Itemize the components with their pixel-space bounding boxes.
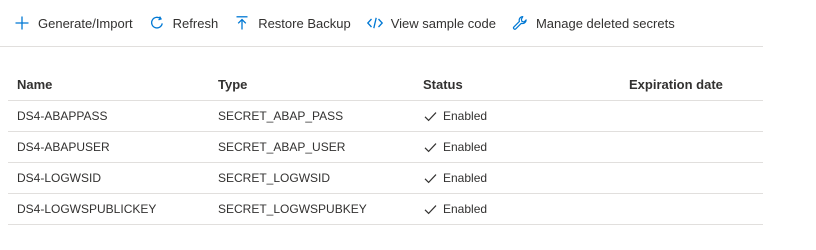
generate-import-label: Generate/Import	[38, 15, 133, 31]
table-row[interactable]: DS4-ABAPPASS SECRET_ABAP_PASS Enabled	[8, 101, 763, 132]
checkmark-icon	[423, 140, 437, 154]
secret-type: SECRET_ABAP_PASS	[218, 109, 344, 123]
column-header-expiration-date[interactable]: Expiration date	[623, 77, 763, 92]
secret-status: Enabled	[418, 202, 623, 216]
generate-import-button[interactable]: Generate/Import	[13, 9, 133, 37]
secret-name[interactable]: DS4-ABAPPASS	[8, 109, 213, 123]
manage-deleted-secrets-label: Manage deleted secrets	[535, 15, 675, 31]
status-label: Enabled	[443, 109, 488, 123]
view-sample-code-button[interactable]: View sample code	[366, 9, 496, 37]
view-sample-code-label: View sample code	[390, 15, 496, 31]
secret-name[interactable]: DS4-LOGWSPUBLICKEY	[8, 202, 213, 216]
checkmark-icon	[423, 109, 437, 123]
code-icon	[366, 14, 384, 32]
status-label: Enabled	[443, 171, 488, 185]
secret-status: Enabled	[418, 109, 623, 123]
secret-type: SECRET_LOGWSPUBKEY	[218, 202, 367, 216]
restore-backup-label: Restore Backup	[258, 15, 351, 31]
upload-arrow-icon	[233, 14, 251, 32]
manage-deleted-secrets-button[interactable]: Manage deleted secrets	[511, 9, 675, 37]
checkmark-icon	[423, 202, 437, 216]
secret-status: Enabled	[418, 140, 623, 154]
secret-type: SECRET_ABAP_USER	[218, 140, 346, 154]
table-row[interactable]: DS4-LOGWSID SECRET_LOGWSID Enabled	[8, 163, 763, 194]
column-header-status[interactable]: Status	[418, 77, 623, 92]
column-header-name[interactable]: Name	[8, 77, 213, 92]
table-row[interactable]: DS4-LOGWSPUBLICKEY SECRET_LOGWSPUBKEY En…	[8, 194, 763, 225]
refresh-label: Refresh	[172, 15, 219, 31]
checkmark-icon	[423, 171, 437, 185]
secret-name[interactable]: DS4-LOGWSID	[8, 171, 213, 185]
column-header-type[interactable]: Type	[213, 77, 418, 92]
command-bar: Generate/Import Refresh Restore Backup V…	[0, 0, 763, 47]
secret-status: Enabled	[418, 171, 623, 185]
secret-name[interactable]: DS4-ABAPUSER	[8, 140, 213, 154]
refresh-icon	[148, 14, 166, 32]
restore-backup-button[interactable]: Restore Backup	[233, 9, 351, 37]
table-header-row: Name Type Status Expiration date	[8, 68, 763, 101]
wrench-icon	[511, 14, 529, 32]
plus-icon	[13, 14, 31, 32]
status-label: Enabled	[443, 202, 488, 216]
table-row[interactable]: DS4-ABAPUSER SECRET_ABAP_USER Enabled	[8, 132, 763, 163]
refresh-button[interactable]: Refresh	[148, 9, 219, 37]
status-label: Enabled	[443, 140, 488, 154]
secrets-table: Name Type Status Expiration date DS4-ABA…	[8, 68, 763, 225]
secret-type: SECRET_LOGWSID	[218, 171, 331, 185]
